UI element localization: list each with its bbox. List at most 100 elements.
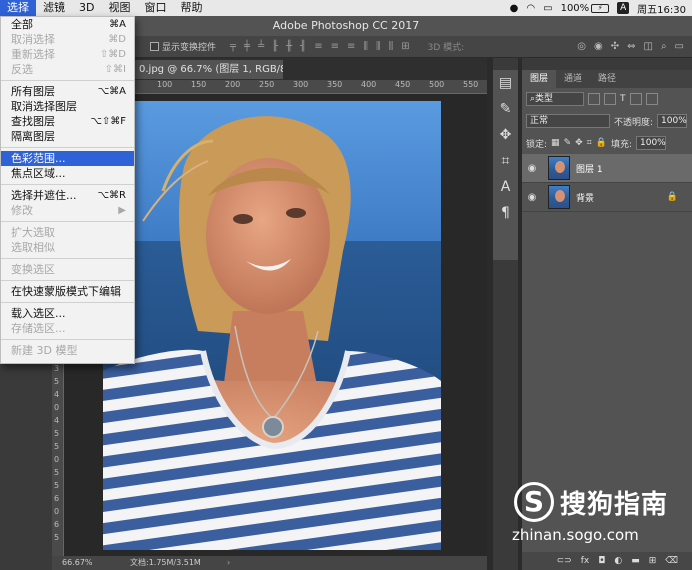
distribute-icon[interactable]: ≡ — [314, 41, 322, 52]
menu-view[interactable]: 视图 — [101, 0, 137, 16]
slide-icon[interactable]: ⇔ — [627, 41, 635, 52]
menu-item: 扩大选取 — [1, 225, 134, 240]
wifi-icon[interactable]: ◠ — [526, 3, 535, 14]
menu-item: 重新选择 ⇧⌘D — [1, 47, 134, 62]
menu-help[interactable]: 帮助 — [173, 0, 209, 16]
show-transform-label: 显示变换控件 — [162, 43, 217, 53]
menu-item-label: 隔离图层 — [11, 130, 55, 143]
distribute-icon[interactable]: ⫼ — [363, 41, 368, 52]
eye-icon[interactable]: ◉ — [522, 163, 542, 174]
crop-icon[interactable]: ⌗ — [493, 148, 518, 174]
menu-item[interactable]: 选择并遮住... ⌥⌘R — [1, 188, 134, 203]
panel-tabs: 图层 通道 路径 — [522, 70, 692, 88]
align-left-icon[interactable]: ╟ — [272, 41, 278, 52]
search-icon[interactable]: ⌕ — [661, 41, 667, 52]
ruler-horizontal[interactable]: 100150200250300350400450500550600 — [135, 80, 512, 94]
filter-smart-icon[interactable] — [645, 93, 658, 105]
lock-move-icon[interactable]: ✥ — [575, 138, 583, 148]
qq-icon[interactable]: ● — [510, 3, 519, 14]
filter-pixel-icon[interactable] — [588, 93, 600, 105]
align-top-icon[interactable]: ╤ — [230, 41, 236, 52]
ruler-tick-label: 6 — [54, 494, 60, 503]
align-hcenter-icon[interactable]: ╫ — [286, 41, 292, 52]
layer-name[interactable]: 背景 — [576, 191, 594, 204]
menu-filter[interactable]: 滤镜 — [36, 0, 72, 16]
mask-icon[interactable]: ◘ — [598, 556, 605, 566]
menu-window[interactable]: 窗口 — [137, 0, 173, 16]
menu-item[interactable]: 色彩范围... — [1, 151, 134, 166]
show-transform-checkbox[interactable]: 显示变换控件 — [150, 40, 216, 53]
layer-name[interactable]: 图层 1 — [576, 162, 603, 175]
battery-icon: ⚡ — [591, 3, 610, 13]
paragraph-icon[interactable]: ¶ — [493, 200, 518, 226]
lock-transparent-icon[interactable]: ▦ — [551, 138, 560, 148]
filter-adjust-icon[interactable] — [604, 93, 616, 105]
sogou-logo-icon: S — [514, 482, 554, 522]
canvas-photo[interactable] — [103, 101, 441, 550]
checkbox-box[interactable] — [150, 42, 159, 51]
tab-layers[interactable]: 图层 — [522, 70, 557, 88]
tab-channels[interactable]: 通道 — [556, 70, 590, 88]
link-icon[interactable]: ⊂⊃ — [557, 556, 572, 566]
menu-item-label: 载入选区... — [11, 307, 66, 320]
roll-icon[interactable]: ◉ — [594, 41, 603, 52]
menu-item[interactable]: 焦点区域... — [1, 166, 134, 181]
distribute-icon[interactable]: ≡ — [347, 41, 355, 52]
history-icon[interactable]: ▤ — [493, 70, 518, 96]
opacity-field[interactable]: 100% — [657, 114, 688, 128]
new-layer-icon[interactable]: ⊞ — [649, 556, 657, 566]
clock[interactable]: 周五16:30 — [637, 1, 686, 16]
fx-icon[interactable]: fx — [581, 556, 590, 566]
tab-paths[interactable]: 路径 — [590, 70, 624, 88]
auto-align-icon[interactable]: ⊞ — [401, 41, 409, 52]
orbit-icon[interactable]: ◎ — [577, 41, 586, 52]
menu-item[interactable]: 取消选择图层 — [1, 99, 134, 114]
lock-paint-icon[interactable]: ✎ — [564, 138, 572, 148]
blend-mode-select[interactable]: 正常 — [526, 114, 610, 128]
menu-item-shortcut: ⇧⌘D — [99, 49, 126, 60]
trash-icon[interactable]: ⌫ — [665, 556, 678, 566]
fill-field[interactable]: 100% — [636, 136, 666, 150]
lock-artboard-icon[interactable]: ⌗ — [587, 138, 592, 148]
align-icons: ╤ ╪ ╧ ╟ ╫ ╢ ≡ ≡ ≡ ⫼ ⫼ ⫼ ⊞ — [230, 41, 410, 52]
menu-item[interactable]: 载入选区... — [1, 306, 134, 321]
menu-item[interactable]: 所有图层 ⌥⌘A — [1, 84, 134, 99]
filter-shape-icon[interactable] — [629, 93, 642, 105]
align-vcenter-icon[interactable]: ╪ — [244, 41, 250, 52]
menu-item[interactable]: 在快速蒙版模式下编辑 — [1, 284, 134, 299]
menu-item[interactable]: 隔离图层 — [1, 129, 134, 144]
document-tab[interactable]: 0.jpg @ 66.7% (图层 1, RGB/8#) * — [135, 60, 283, 79]
watermark-url: zhinan.sogo.com — [512, 526, 639, 544]
battery-indicator[interactable]: 100% ⚡ — [561, 3, 610, 14]
distribute-icon[interactable]: ≡ — [331, 41, 339, 52]
menu-item-label: 在快速蒙版模式下编辑 — [11, 285, 121, 298]
menu-item[interactable]: 查找图层 ⌥⇧⌘F — [1, 114, 134, 129]
eye-icon[interactable]: ◉ — [522, 192, 542, 203]
align-bottom-icon[interactable]: ╧ — [258, 41, 264, 52]
align-right-icon[interactable]: ╢ — [300, 41, 306, 52]
layer-row[interactable]: ◉ 图层 1 — [522, 154, 692, 183]
airplay-icon[interactable]: ▭ — [543, 3, 552, 14]
lock-all-icon[interactable]: 🔒 — [596, 138, 607, 148]
brush-settings-icon[interactable]: ✎ — [493, 96, 518, 122]
filter-type-icon[interactable]: T — [620, 94, 626, 104]
workspace-icon[interactable]: ▭ — [675, 41, 684, 52]
fill-label: 填充: — [610, 139, 632, 150]
distribute-icon[interactable]: ⫼ — [376, 41, 381, 52]
zoom-level[interactable]: 66.67% — [62, 556, 93, 570]
distribute-icon[interactable]: ⫼ — [389, 41, 394, 52]
ruler-tick-label: 350 — [327, 80, 343, 89]
menu-3d[interactable]: 3D — [72, 0, 101, 16]
filter-kind-select[interactable]: ⌕ 类型 — [526, 92, 584, 106]
menu-item[interactable]: 全部 ⌘A — [1, 17, 134, 32]
input-source-icon[interactable]: A — [617, 2, 630, 14]
scale-icon[interactable]: ◫ — [643, 41, 652, 52]
menu-select[interactable]: 选择 — [0, 0, 36, 16]
status-menu-arrow[interactable]: › — [227, 556, 230, 570]
pan-icon[interactable]: ✣ — [611, 41, 619, 52]
folder-icon[interactable]: ▬ — [631, 556, 640, 566]
clone-source-icon[interactable]: ✥ — [493, 122, 518, 148]
adjustment-icon[interactable]: ◐ — [614, 556, 622, 566]
character-icon[interactable]: A — [493, 174, 518, 200]
layer-row[interactable]: ◉ 背景 🔒 — [522, 183, 692, 212]
